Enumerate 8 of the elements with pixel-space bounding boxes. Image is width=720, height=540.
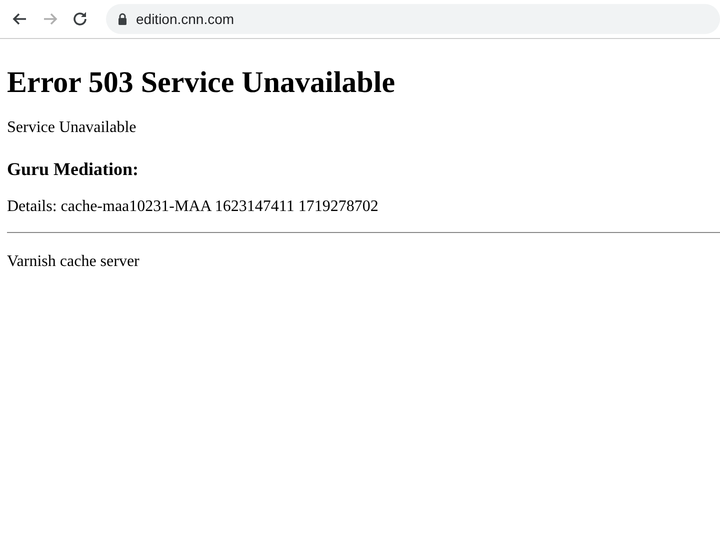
error-heading: Error 503 Service Unavailable: [7, 65, 396, 101]
error-message: Service Unavailable: [7, 118, 138, 138]
address-bar[interactable]: edition.cnn.com: [106, 4, 720, 34]
details-text: Details: cache-maa10231-MAA 1623147411 1719278702: [7, 197, 380, 217]
section-heading: Guru Mediation:: [7, 158, 140, 181]
server-footer: Varnish cache server: [0, 251, 720, 273]
lock-icon: [118, 13, 127, 25]
url-text: edition.cnn.com: [136, 10, 234, 28]
